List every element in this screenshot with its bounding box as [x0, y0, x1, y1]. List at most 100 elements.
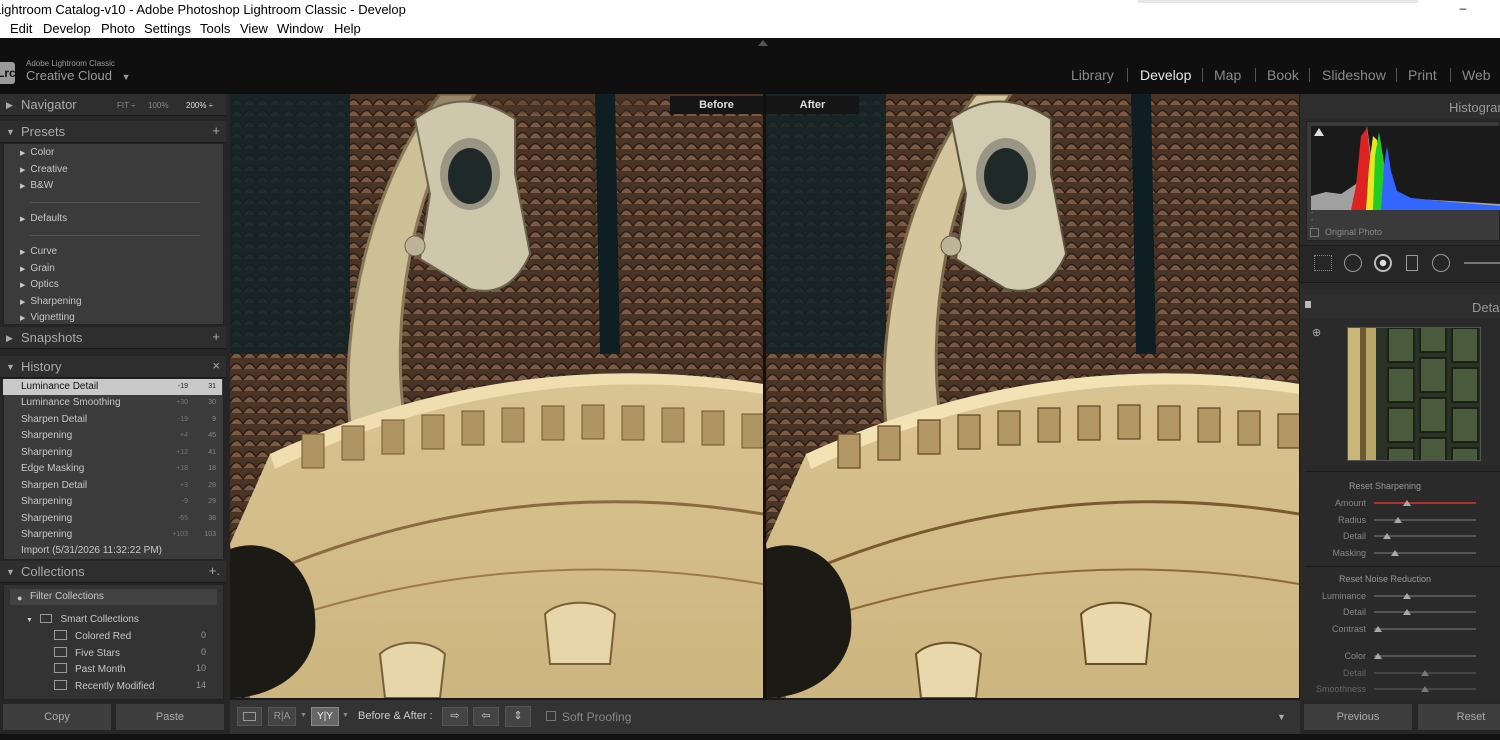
- add-collection-icon[interactable]: +.: [209, 563, 220, 578]
- collection-item[interactable]: Recently Modified 14: [54, 680, 210, 692]
- add-preset-icon[interactable]: +: [212, 123, 220, 138]
- menu-view[interactable]: View: [240, 20, 268, 37]
- toolbar-menu-chevron-icon[interactable]: ▼: [1277, 712, 1286, 722]
- detail-header[interactable]: Detail: [1300, 294, 1500, 318]
- history-item[interactable]: Sharpening -65 38: [3, 511, 222, 527]
- preset-group[interactable]: ▶ Curve: [20, 246, 57, 257]
- presets-header[interactable]: ▼ Presets +: [0, 121, 226, 143]
- collections-header[interactable]: ▼ Collections +.: [0, 561, 226, 583]
- preset-group[interactable]: ▶ Color: [20, 147, 54, 158]
- navigator-header[interactable]: ▶ Navigator FIT ÷ 100% 200% ÷: [0, 94, 226, 116]
- chevron-down-icon[interactable]: ▼: [300, 712, 307, 719]
- brush-slider-icon[interactable]: [1464, 262, 1500, 264]
- history-item[interactable]: Sharpen Detail -19 9: [3, 412, 222, 428]
- panel-switch-icon[interactable]: [1305, 301, 1311, 308]
- original-photo-checkbox[interactable]: [1310, 228, 1319, 237]
- chevron-down-icon: ▼: [121, 72, 131, 82]
- soft-proofing-checkbox[interactable]: [546, 711, 556, 721]
- collection-item[interactable]: Colored Red 0: [54, 630, 210, 642]
- slider-thumb[interactable]: [1391, 550, 1399, 556]
- zoom-fit[interactable]: FIT ÷: [117, 101, 135, 110]
- reset-noise-title[interactable]: Reset Noise Reduction: [1305, 574, 1465, 584]
- slider-thumb[interactable]: [1421, 670, 1429, 676]
- histogram-header[interactable]: Histogram: [1300, 94, 1500, 118]
- paste-button[interactable]: Paste: [116, 704, 224, 730]
- menu-photo[interactable]: Photo: [101, 20, 135, 37]
- preset-group[interactable]: ▶ Sharpening: [20, 296, 82, 307]
- history-item[interactable]: Sharpening +4 45: [3, 428, 222, 444]
- slider-thumb[interactable]: [1421, 686, 1429, 692]
- module-web[interactable]: Web: [1462, 67, 1491, 83]
- history-item[interactable]: Edge Masking +18 18: [3, 461, 222, 477]
- history-item[interactable]: Sharpening -9 29: [3, 494, 222, 510]
- smart-collections-folder[interactable]: ▼ Smart Collections: [26, 614, 139, 625]
- module-library[interactable]: Library: [1071, 67, 1114, 83]
- slider-thumb[interactable]: [1383, 533, 1391, 539]
- zoom-200[interactable]: 200% ÷: [186, 101, 213, 110]
- before-after-split-button[interactable]: Y|Y: [311, 707, 339, 726]
- previous-button[interactable]: Previous: [1304, 704, 1412, 730]
- slider-thumb[interactable]: [1403, 500, 1411, 506]
- history-item[interactable]: Import (5/31/2026 11:32:22 PM): [3, 543, 222, 559]
- slider-thumb[interactable]: [1374, 653, 1382, 659]
- filter-collections-input[interactable]: ● Filter Collections: [10, 589, 217, 605]
- slider-thumb[interactable]: [1403, 593, 1411, 599]
- menu-tools[interactable]: Tools: [200, 20, 230, 37]
- menu-window[interactable]: Window: [277, 20, 323, 37]
- top-panel-arrow-icon[interactable]: [758, 40, 768, 46]
- graduated-filter-icon[interactable]: [1406, 255, 1418, 271]
- preset-group[interactable]: ▶ Vignetting: [20, 312, 75, 323]
- module-book[interactable]: Book: [1267, 67, 1299, 83]
- brand-line2[interactable]: Creative Cloud ▼: [26, 68, 131, 83]
- after-view[interactable]: [766, 94, 1299, 698]
- copy-button[interactable]: Copy: [3, 704, 111, 730]
- menu-settings[interactable]: Settings: [144, 20, 191, 37]
- reset-sharpening-title[interactable]: Reset Sharpening: [1305, 481, 1465, 491]
- minimize-button[interactable]: –: [1455, 0, 1471, 18]
- slider-thumb[interactable]: [1403, 609, 1411, 615]
- shadow-clipping-icon[interactable]: [1314, 128, 1324, 136]
- swap-icon: ⇕: [513, 710, 523, 722]
- preset-group[interactable]: ▶ Grain: [20, 263, 55, 274]
- red-eye-tool-icon[interactable]: [1374, 254, 1392, 272]
- module-develop[interactable]: Develop: [1140, 67, 1191, 83]
- clear-history-icon[interactable]: ×: [212, 358, 220, 373]
- loupe-view-button[interactable]: [237, 707, 262, 726]
- preset-group[interactable]: ▶ Defaults: [20, 213, 67, 224]
- reset-button[interactable]: Reset: [1418, 704, 1500, 730]
- history-item[interactable]: Sharpening +103 103: [3, 527, 222, 543]
- snapshots-header[interactable]: ▶ Snapshots +: [0, 327, 226, 349]
- module-slideshow[interactable]: Slideshow: [1322, 67, 1386, 83]
- radial-filter-icon[interactable]: [1432, 254, 1450, 272]
- menu-help[interactable]: Help: [334, 20, 361, 37]
- preset-group[interactable]: ▶ B&W: [20, 180, 53, 191]
- zoom-100[interactable]: 100%: [148, 101, 168, 110]
- crop-tool-icon[interactable]: [1314, 255, 1332, 271]
- before-view[interactable]: [230, 94, 763, 698]
- collection-item[interactable]: Five Stars 0: [54, 647, 210, 659]
- slider-thumb[interactable]: [1374, 626, 1382, 632]
- module-map[interactable]: Map: [1214, 67, 1241, 83]
- spot-removal-tool-icon[interactable]: [1344, 254, 1362, 272]
- module-print[interactable]: Print: [1408, 67, 1437, 83]
- history-item[interactable]: Luminance Detail -19 31: [3, 379, 222, 395]
- detail-target-icon[interactable]: ⊕: [1312, 326, 1321, 339]
- add-snapshot-icon[interactable]: +: [212, 329, 220, 344]
- original-photo-label: Original Photo: [1325, 227, 1383, 237]
- menu-develop[interactable]: Develop: [43, 20, 91, 37]
- history-item[interactable]: Sharpen Detail +3 28: [3, 478, 222, 494]
- history-header[interactable]: ▼ History ×: [0, 356, 226, 378]
- preset-group[interactable]: ▶ Creative: [20, 164, 68, 175]
- preset-group[interactable]: ▶ Optics: [20, 279, 59, 290]
- slider-thumb[interactable]: [1394, 517, 1402, 523]
- history-item[interactable]: Sharpening +12 41: [3, 445, 222, 461]
- before-after-lr-button[interactable]: R|A: [268, 707, 296, 726]
- chevron-down-icon[interactable]: ▼: [342, 712, 349, 719]
- history-item[interactable]: Luminance Smoothing +30 30: [3, 395, 222, 411]
- copy-before-to-after-button[interactable]: ⇨: [442, 707, 468, 726]
- detail-preview[interactable]: [1347, 327, 1481, 461]
- menu-edit[interactable]: Edit: [10, 20, 32, 37]
- collection-item[interactable]: Past Month 10: [54, 663, 210, 675]
- swap-before-after-button[interactable]: ⇕: [505, 706, 531, 727]
- copy-after-to-before-button[interactable]: ⇦: [473, 707, 499, 726]
